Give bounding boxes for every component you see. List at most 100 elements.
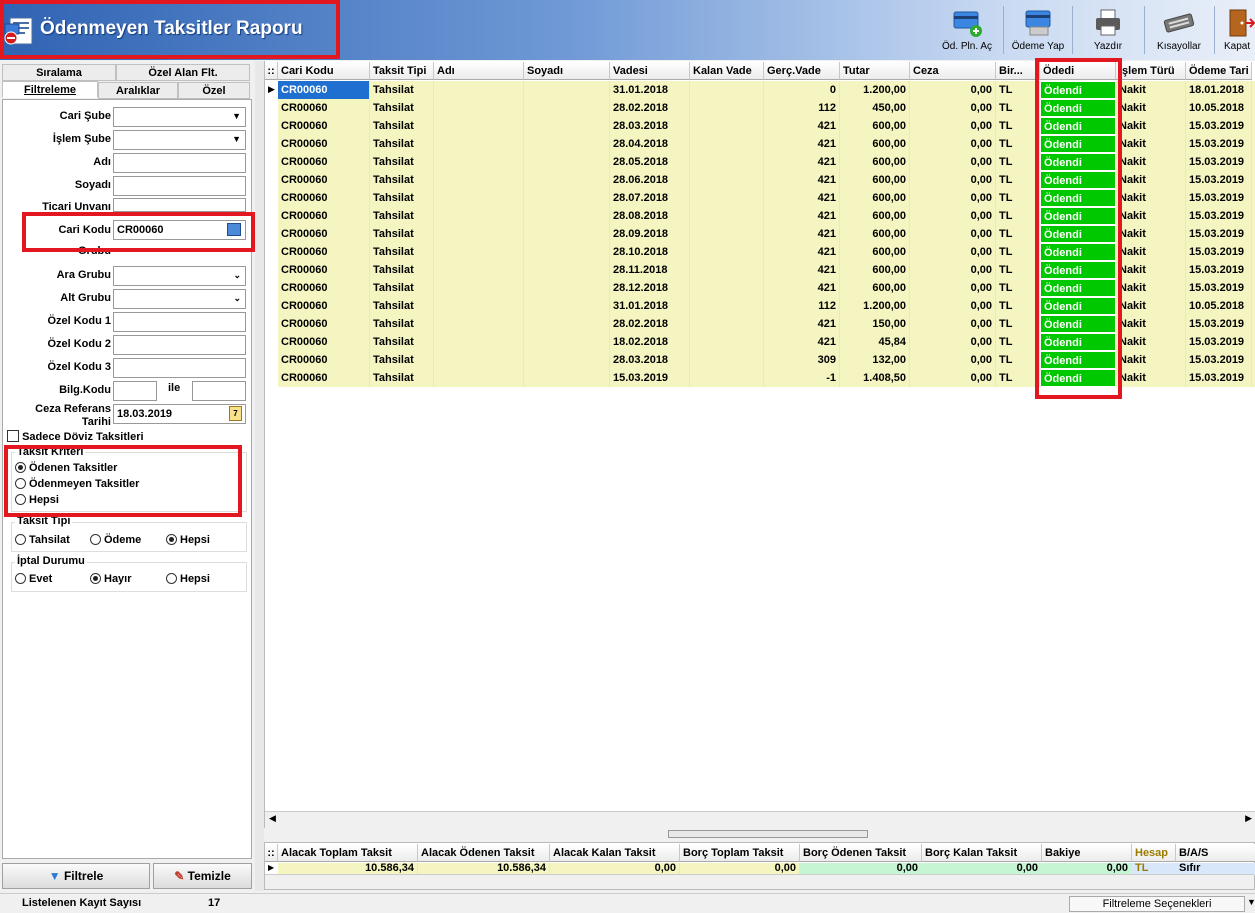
cell-vadesi: 18.02.2018 xyxy=(610,333,690,351)
lookup-icon[interactable] xyxy=(227,223,241,236)
cell-gerc-vade: 421 xyxy=(764,189,840,207)
summary-corner: :: xyxy=(265,844,278,862)
table-row[interactable]: CR00060 Tahsilat 31.01.2018 112 1.200,00 0,00… xyxy=(278,297,1255,315)
horizontal-scrollbar[interactable]: ◀ ▶ xyxy=(265,811,1255,828)
column-header-ceza[interactable]: Ceza xyxy=(910,62,996,80)
temizle-button[interactable]: ✎ Temizle xyxy=(153,863,252,889)
table-row[interactable]: CR00060 Tahsilat 28.04.2018 421 600,00 0,00 TL… xyxy=(278,135,1255,153)
ozel-kodu-2-input[interactable] xyxy=(113,335,246,355)
column-header-adi[interactable]: Adı xyxy=(434,62,524,80)
table-row[interactable]: CR00060 Tahsilat 28.11.2018 421 600,00 0,00 TL… xyxy=(278,261,1255,279)
summary-header-hesap[interactable]: Hesap xyxy=(1132,844,1176,862)
odeme-yap-button[interactable]: Ödeme Yap xyxy=(1005,3,1071,58)
column-header-odeme-tarihi[interactable]: Ödeme Tari xyxy=(1186,62,1252,80)
radio-odeme[interactable]: Ödeme xyxy=(90,534,141,546)
column-header-soyadi[interactable]: Soyadı xyxy=(524,62,610,80)
radio-tipi-hepsi[interactable]: Hepsi xyxy=(166,534,210,546)
tab-filtreleme[interactable]: Filtreleme xyxy=(2,81,98,98)
tab-ozel[interactable]: Özel xyxy=(178,82,250,99)
summary-header-bas[interactable]: B/A/S xyxy=(1176,844,1255,862)
cell-odeme-tarihi: 10.05.2018 xyxy=(1186,297,1252,315)
table-row[interactable]: CR00060 Tahsilat 15.03.2019 -1 1.408,50 0,00 T… xyxy=(278,369,1255,387)
cell-vadesi: 28.11.2018 xyxy=(610,261,690,279)
tab-ozel-alan-flt[interactable]: Özel Alan Flt. xyxy=(116,64,250,81)
cell-ceza: 0,00 xyxy=(910,117,996,135)
summary-header-alacak-kalan[interactable]: Alacak Kalan Taksit xyxy=(550,844,680,862)
ceza-referans-label: Ceza Referans xyxy=(35,403,111,415)
ceza-tarihi-input[interactable]: 18.03.2019 7 xyxy=(113,404,246,424)
ticari-unvani-input[interactable] xyxy=(113,198,246,212)
bilg-kodu-end-input[interactable] xyxy=(192,381,246,401)
cell-taksit-tipi: Tahsilat xyxy=(370,351,434,369)
filtrele-button[interactable]: ▼ Filtrele xyxy=(2,863,150,889)
column-header-gerc-vade[interactable]: Gerç.Vade xyxy=(764,62,840,80)
summary-splitter[interactable] xyxy=(668,830,868,838)
kapat-button[interactable]: Kapat xyxy=(1216,3,1255,58)
yazdir-button[interactable]: Yazdır xyxy=(1075,3,1141,58)
summary-header-borc-kalan[interactable]: Borç Kalan Taksit xyxy=(922,844,1042,862)
islem-sube-select[interactable]: ▼ xyxy=(113,130,246,150)
table-row[interactable]: CR00060 Tahsilat 28.08.2018 421 600,00 0,00 TL… xyxy=(278,207,1255,225)
column-header-taksit-tipi[interactable]: Taksit Tipi xyxy=(370,62,434,80)
summary-header-borc-toplam[interactable]: Borç Toplam Taksit xyxy=(680,844,800,862)
table-row[interactable]: CR00060 Tahsilat 28.12.2018 421 600,00 0,00 TL… xyxy=(278,279,1255,297)
page-title: Ödenmeyen Taksitler Raporu xyxy=(40,18,303,39)
column-header-kalan-vade[interactable]: Kalan Vade xyxy=(690,62,764,80)
table-row[interactable]: CR00060 Tahsilat 28.05.2018 421 600,00 0,00 TL… xyxy=(278,153,1255,171)
radio-evet[interactable]: Evet xyxy=(15,573,52,585)
soyadi-input[interactable] xyxy=(113,176,246,196)
kisayollar-button[interactable]: Kısayollar xyxy=(1146,3,1212,58)
summary-header-bakiye[interactable]: Bakiye xyxy=(1042,844,1132,862)
tab-araliklar[interactable]: Aralıklar xyxy=(98,82,178,99)
summary-scrollbar[interactable] xyxy=(265,874,1254,889)
tab-ozel-alan-flt-label: Özel Alan Flt. xyxy=(148,67,218,79)
cari-kodu-input[interactable]: CR00060 xyxy=(113,220,246,240)
radio-tahsilat[interactable]: Tahsilat xyxy=(15,534,70,546)
summary-header-borc-odenen[interactable]: Borç Ödenen Taksit xyxy=(800,844,922,862)
table-row[interactable]: ▶ CR00060 Tahsilat 31.01.2018 0 1.200,00 0,00 T… xyxy=(268,81,1255,99)
tab-siralama[interactable]: Sıralama xyxy=(2,64,116,81)
column-header-vadesi[interactable]: Vadesi xyxy=(610,62,690,80)
od-pln-ac-button[interactable]: Öd. Pln. Aç xyxy=(934,3,1000,58)
column-header-cari-kodu[interactable]: Cari Kodu xyxy=(278,62,370,80)
panel-splitter[interactable] xyxy=(255,61,264,891)
table-row[interactable]: CR00060 Tahsilat 28.02.2018 421 150,00 0,00 TL… xyxy=(278,315,1255,333)
scroll-right-icon[interactable]: ▶ xyxy=(1245,813,1252,824)
radio-odenmeyen-taksitler[interactable]: Ödenmeyen Taksitler xyxy=(15,478,139,490)
table-row[interactable]: CR00060 Tahsilat 28.03.2018 421 600,00 0,00 TL… xyxy=(278,117,1255,135)
cell-soyadi xyxy=(524,279,610,297)
column-header-islem-turu[interactable]: İşlem Türü xyxy=(1116,62,1186,80)
table-row[interactable]: CR00060 Tahsilat 28.10.2018 421 600,00 0,00 TL… xyxy=(278,243,1255,261)
table-row[interactable]: CR00060 Tahsilat 28.09.2018 421 600,00 0,00 TL… xyxy=(278,225,1255,243)
filter-options-button[interactable]: Filtreleme Seçenekleri xyxy=(1069,896,1245,912)
alt-grubu-select[interactable]: ⌄ xyxy=(113,289,246,309)
table-row[interactable]: CR00060 Tahsilat 28.07.2018 421 600,00 0,00 TL… xyxy=(278,189,1255,207)
ara-grubu-select[interactable]: ⌄ xyxy=(113,266,246,286)
sadece-doviz-option[interactable]: Sadece Döviz Taksitleri xyxy=(7,430,144,443)
adi-input[interactable] xyxy=(113,153,246,173)
radio-hayir[interactable]: Hayır xyxy=(90,573,132,585)
radio-iptal-hepsi[interactable]: Hepsi xyxy=(166,573,210,585)
radio-odenen-taksitler[interactable]: Ödenen Taksitler xyxy=(15,462,117,474)
sadece-doviz-checkbox[interactable] xyxy=(7,430,19,442)
summary-header-alacak-toplam[interactable]: Alacak Toplam Taksit xyxy=(278,844,418,862)
scroll-left-icon[interactable]: ◀ xyxy=(269,813,276,824)
cell-gerc-vade: 112 xyxy=(764,297,840,315)
table-row[interactable]: CR00060 Tahsilat 28.02.2018 112 450,00 0,00 TL… xyxy=(278,99,1255,117)
summary-header-alacak-odenen[interactable]: Alacak Ödenen Taksit xyxy=(418,844,550,862)
ozel-kodu-1-input[interactable] xyxy=(113,312,246,332)
ozel-kodu-3-input[interactable] xyxy=(113,358,246,378)
cari-sube-select[interactable]: ▼ xyxy=(113,107,246,127)
column-header-odedi[interactable]: Ödedi xyxy=(1040,62,1116,80)
table-row[interactable]: CR00060 Tahsilat 18.02.2018 421 45,84 0,00 TL Ö… xyxy=(278,333,1255,351)
bilg-kodu-start-input[interactable] xyxy=(113,381,157,401)
cell-odedi: Ödendi xyxy=(1040,369,1116,387)
cell-tutar: 600,00 xyxy=(840,207,910,225)
radio-taksit-hepsi[interactable]: Hepsi xyxy=(15,494,59,506)
table-row[interactable]: CR00060 Tahsilat 28.03.2018 309 132,00 0,00 TL… xyxy=(278,351,1255,369)
column-header-tutar[interactable]: Tutar xyxy=(840,62,910,80)
calendar-icon[interactable]: 7 xyxy=(229,406,242,421)
table-row[interactable]: CR00060 Tahsilat 28.06.2018 421 600,00 0,00 TL… xyxy=(278,171,1255,189)
column-header-birim[interactable]: Bir... xyxy=(996,62,1040,80)
filter-options-arrow-icon[interactable]: ▼ xyxy=(1247,897,1255,907)
